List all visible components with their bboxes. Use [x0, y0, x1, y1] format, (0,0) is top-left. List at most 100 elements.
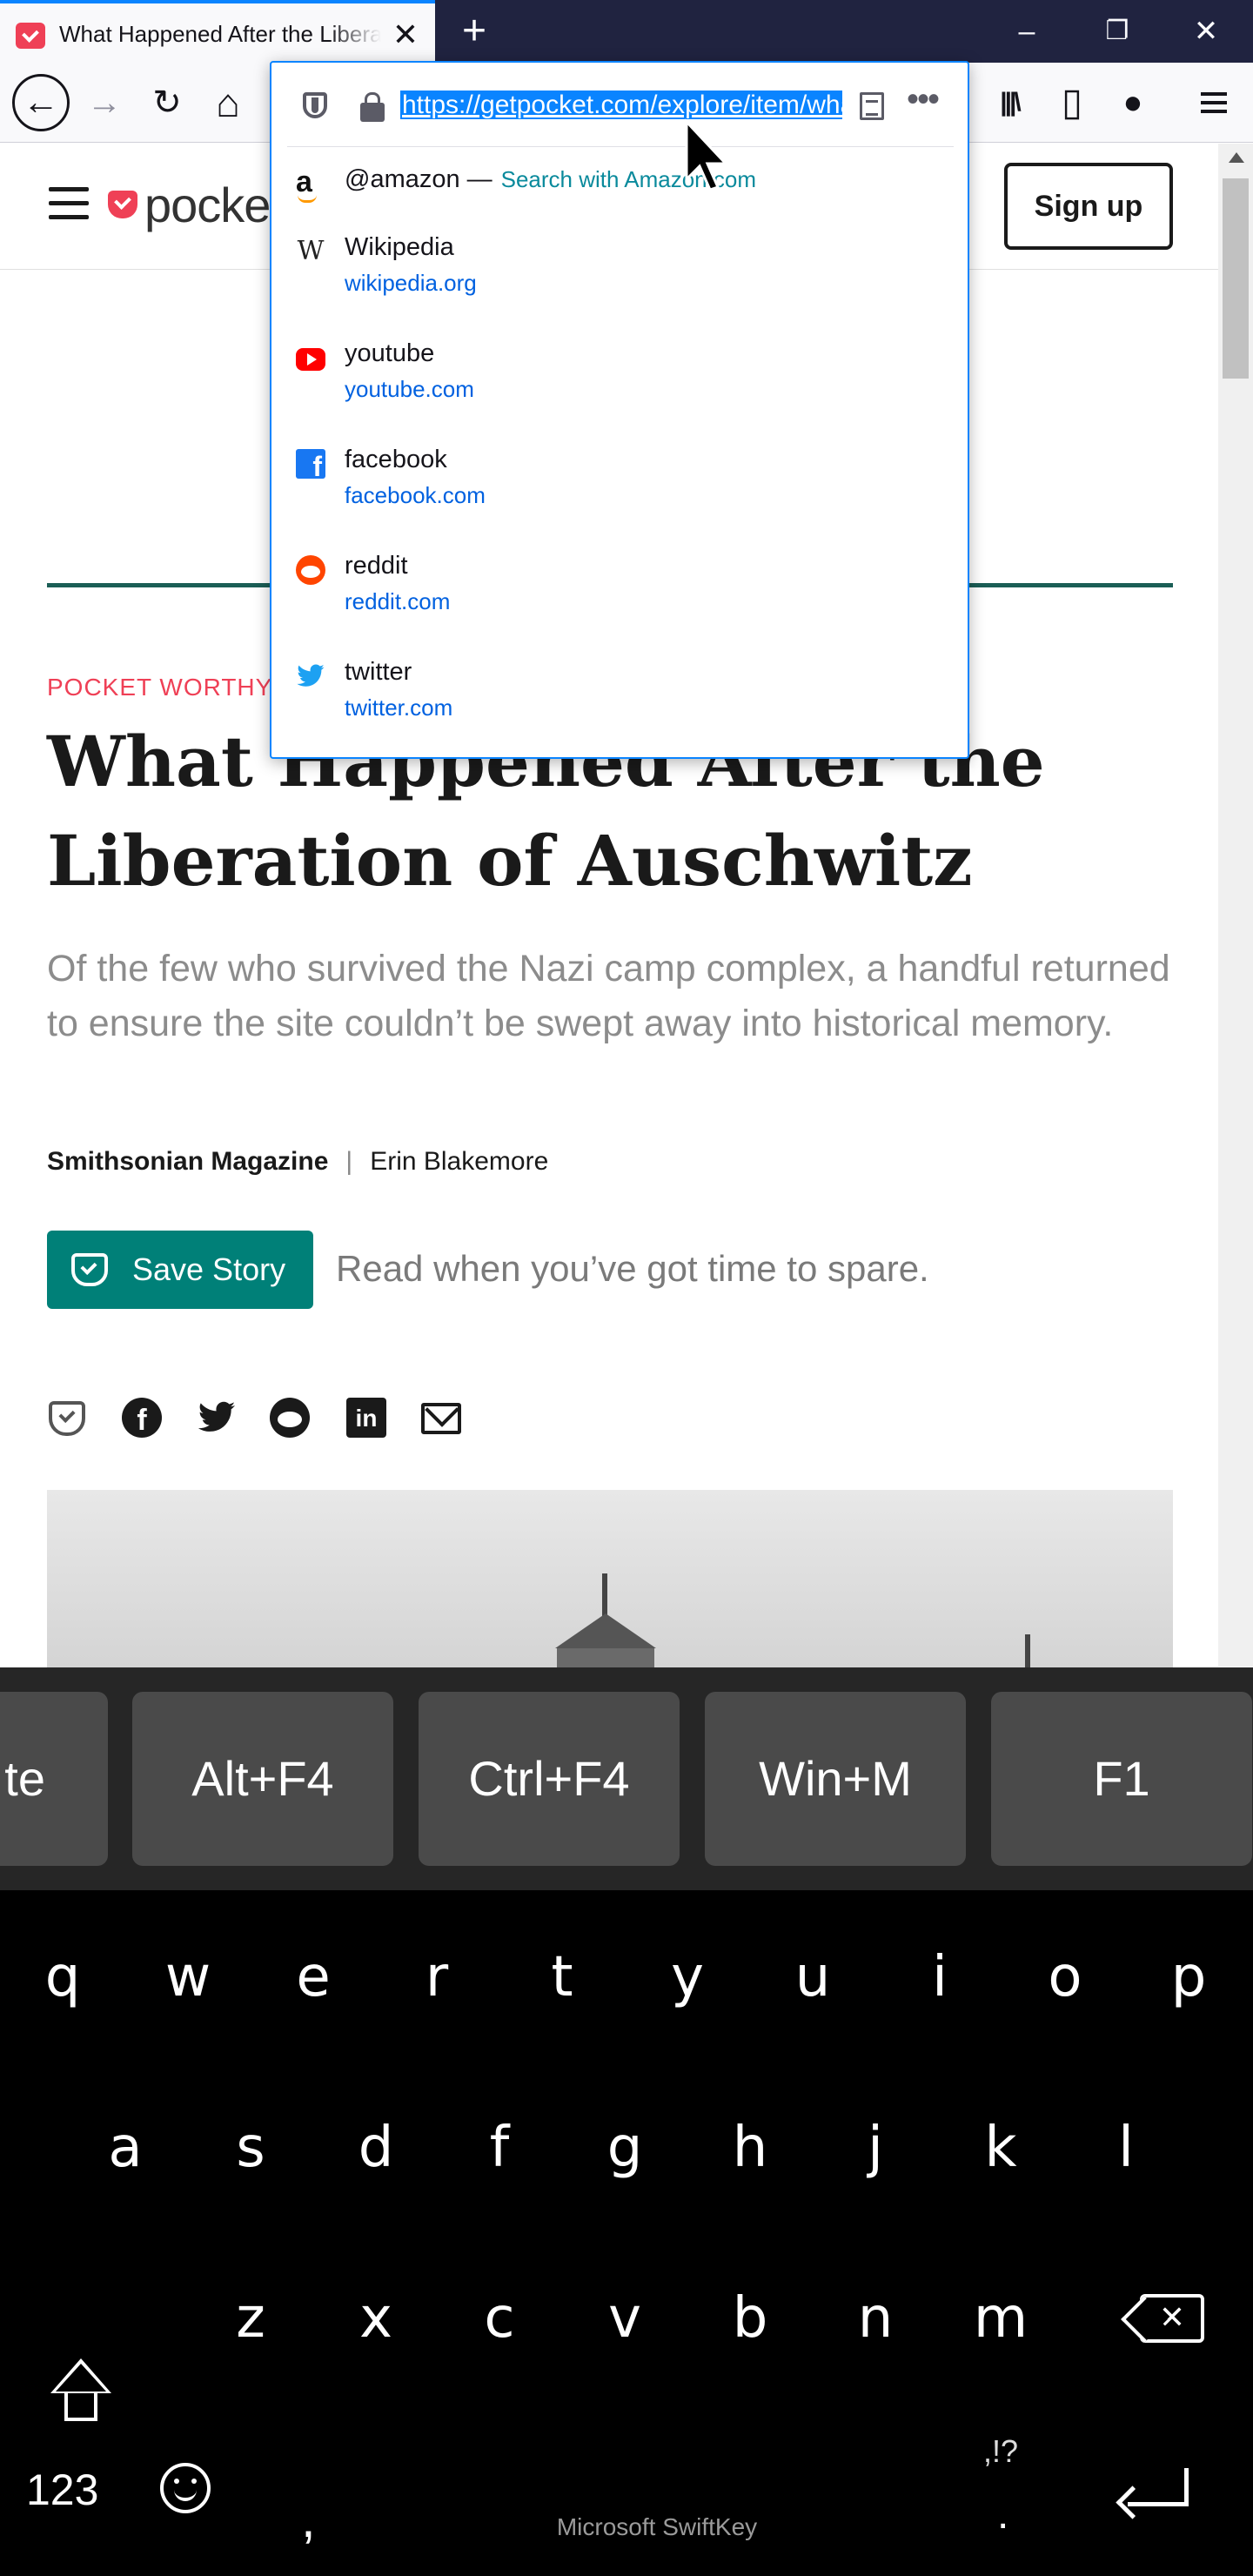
key-d[interactable]: d	[324, 2096, 428, 2200]
reload-button[interactable]: ↻	[141, 77, 193, 129]
app-menu-button[interactable]	[1189, 77, 1241, 129]
macro-key-win-m[interactable]: Win+M	[705, 1692, 966, 1866]
key-q[interactable]: q	[10, 1925, 115, 2029]
window-close-button[interactable]: ✕	[1180, 9, 1232, 54]
spacebar-key[interactable]: Microsoft SwiftKey	[0, 2513, 1253, 2541]
key-p[interactable]: p	[1136, 1925, 1241, 2029]
key-o[interactable]: o	[1013, 1925, 1117, 2029]
back-button[interactable]: ←	[12, 74, 70, 131]
article-byline: Smithsonian Magazine | Erin Blakemore	[47, 1147, 548, 1177]
share-linkedin-icon[interactable]: in	[346, 1398, 386, 1438]
key-h[interactable]: h	[698, 2096, 802, 2200]
reader-view-icon[interactable]	[860, 92, 884, 120]
amazon-dash: —	[466, 165, 492, 193]
key-j[interactable]: j	[823, 2096, 928, 2200]
key-n[interactable]: n	[823, 2266, 928, 2371]
sidebar-button[interactable]: ▯	[1046, 77, 1098, 129]
key-i[interactable]: i	[888, 1925, 992, 2029]
key-l[interactable]: l	[1074, 2096, 1178, 2200]
tower-spike	[602, 1573, 607, 1617]
suggestion-title: facebook	[345, 446, 447, 473]
key-r[interactable]: r	[385, 1925, 489, 2029]
save-story-button[interactable]: Save Story	[47, 1231, 313, 1309]
shift-key-icon[interactable]	[50, 2358, 111, 2428]
scroll-thumb[interactable]	[1223, 178, 1249, 379]
macro-key-ctrl-f4[interactable]: Ctrl+F4	[419, 1692, 680, 1866]
share-facebook-icon[interactable]: f	[122, 1398, 162, 1438]
share-email-icon[interactable]	[421, 1403, 461, 1434]
new-tab-button[interactable]: +	[452, 9, 496, 54]
article-eyebrow: POCKET WORTHY	[47, 674, 273, 701]
library-button[interactable]: |||\	[983, 77, 1035, 129]
key-k[interactable]: k	[948, 2096, 1053, 2200]
signup-button[interactable]: Sign up	[1004, 163, 1173, 250]
macro-key-alt-f4[interactable]: Alt+F4	[132, 1692, 393, 1866]
suggestion-twitter[interactable]: twitter twitter.com	[271, 642, 968, 747]
share-twitter-icon[interactable]	[197, 1398, 237, 1438]
share-reddit-icon[interactable]	[270, 1398, 310, 1438]
page-scrollbar[interactable]	[1218, 144, 1253, 1667]
scroll-up-icon[interactable]	[1229, 152, 1244, 163]
period-key[interactable]: .	[997, 2491, 1008, 2539]
menu-line	[1201, 101, 1227, 104]
urlbar[interactable]: https://getpocket.com/explore/item/what-…	[271, 63, 968, 146]
pocket-logo-text[interactable]: pocket	[144, 177, 284, 233]
pocket-favicon-icon	[16, 23, 45, 49]
divider	[287, 146, 954, 147]
browser-titlebar: What Happened After the Liberation of Au…	[0, 0, 1253, 63]
page-actions-icon[interactable]: •••	[907, 82, 940, 117]
browser-tab-active[interactable]: What Happened After the Liberation of Au…	[0, 0, 435, 63]
key-x[interactable]: x	[324, 2266, 428, 2371]
youtube-icon	[296, 348, 325, 371]
suggestion-wikipedia[interactable]: W Wikipedia wikipedia.org	[271, 218, 968, 322]
key-f[interactable]: f	[447, 2096, 552, 2200]
backspace-key-icon[interactable]: ✕	[1140, 2294, 1204, 2343]
suggestion-youtube[interactable]: youtube youtube.com	[271, 324, 968, 428]
macro-key-f1[interactable]: F1	[991, 1692, 1252, 1866]
key-y[interactable]: y	[635, 1925, 740, 2029]
publication-name[interactable]: Smithsonian Magazine	[47, 1147, 328, 1176]
byline-separator: |	[345, 1147, 353, 1176]
keyboard-macro-bar: te Alt+F4 Ctrl+F4 Win+M F1	[0, 1667, 1253, 1890]
key-c[interactable]: c	[447, 2266, 552, 2371]
suggestion-facebook[interactable]: f facebook facebook.com	[271, 430, 968, 534]
key-m[interactable]: m	[948, 2266, 1053, 2371]
key-e[interactable]: e	[261, 1925, 365, 2029]
suggestion-url: facebook.com	[345, 482, 486, 508]
forward-button[interactable]: →	[78, 77, 131, 129]
tracking-protection-shield-icon[interactable]	[303, 92, 327, 118]
mouse-cursor-icon	[685, 118, 729, 191]
lock-icon[interactable]	[360, 92, 385, 122]
key-v[interactable]: v	[573, 2266, 677, 2371]
key-b[interactable]: b	[698, 2266, 802, 2371]
emoji-key-icon[interactable]	[160, 2463, 211, 2513]
macro-key[interactable]: te	[0, 1692, 108, 1866]
suggestion-reddit[interactable]: reddit reddit.com	[271, 536, 968, 641]
tower-body	[557, 1648, 654, 1669]
restore-button[interactable]: ❐	[1091, 9, 1143, 54]
key-s[interactable]: s	[198, 2096, 303, 2200]
key-a[interactable]: a	[73, 2096, 178, 2200]
account-button[interactable]: ●	[1107, 77, 1159, 129]
screen: What Happened After the Liberation of Au…	[0, 0, 1253, 2576]
amazon-keyword: @amazon	[345, 165, 460, 193]
menu-line	[1201, 110, 1227, 113]
home-button[interactable]: ⌂	[202, 77, 254, 129]
url-input[interactable]: https://getpocket.com/explore/item/what-…	[400, 87, 842, 124]
site-menu-icon[interactable]	[49, 187, 89, 220]
key-w[interactable]: w	[136, 1925, 240, 2029]
tab-close-icon[interactable]: ✕	[388, 17, 423, 52]
key-z[interactable]: z	[198, 2266, 303, 2371]
twitter-icon	[297, 664, 325, 687]
save-story-label: Save Story	[132, 1251, 286, 1287]
key-g[interactable]: g	[573, 2096, 677, 2200]
numbers-key[interactable]: 123	[26, 2465, 98, 2515]
minimize-button[interactable]: –	[1001, 9, 1053, 54]
key-u[interactable]: u	[761, 1925, 865, 2029]
pocket-logo-icon[interactable]	[108, 191, 137, 218]
enter-key-icon[interactable]	[1128, 2468, 1189, 2506]
article-hero-image	[47, 1490, 1173, 1669]
share-pocket-icon[interactable]	[49, 1401, 85, 1436]
key-t[interactable]: t	[510, 1925, 614, 2029]
pocket-save-icon	[71, 1253, 108, 1286]
